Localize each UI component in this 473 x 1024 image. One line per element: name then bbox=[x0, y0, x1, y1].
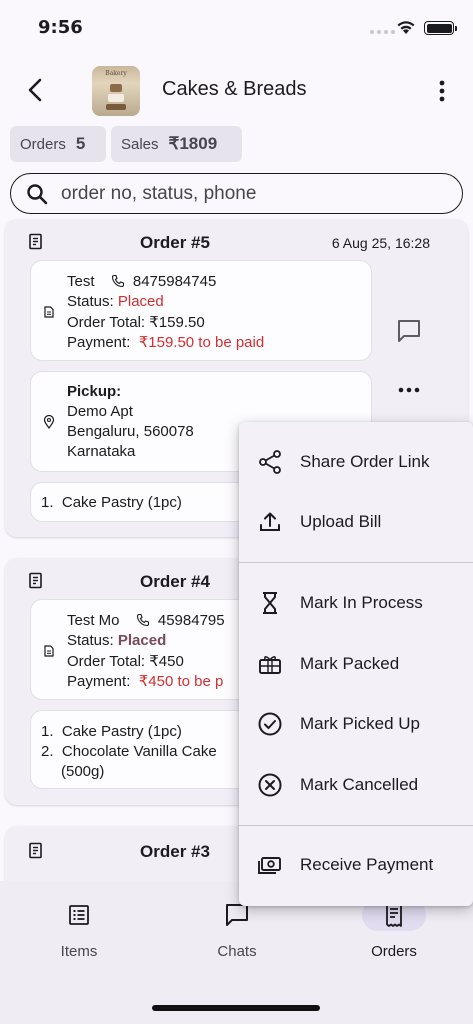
nav-tab-chats[interactable]: Chats bbox=[182, 899, 292, 960]
menu-label: Mark Cancelled bbox=[300, 775, 419, 794]
list-item: (500g) bbox=[61, 763, 105, 780]
order-title: Order #5 bbox=[140, 233, 210, 252]
search-icon bbox=[27, 183, 48, 204]
document-icon bbox=[44, 306, 54, 318]
menu-label: Mark Packed bbox=[300, 654, 400, 673]
status-time: 9:56 bbox=[38, 17, 83, 38]
upload-icon bbox=[260, 512, 280, 531]
status-label: Status: bbox=[67, 293, 114, 310]
menu-item-share-order-link[interactable]: Share Order Link bbox=[239, 434, 473, 490]
order-actions-menu: Share Order Link Upload Bill Mark In Pro… bbox=[239, 422, 473, 906]
sales-total-chip: Sales ₹1809 bbox=[111, 126, 242, 162]
wifi-icon bbox=[397, 21, 415, 34]
nav-label-items: Items bbox=[60, 943, 98, 960]
package-icon bbox=[259, 656, 281, 674]
chat-bubble-icon[interactable] bbox=[395, 317, 423, 345]
location-pin-icon bbox=[43, 415, 55, 429]
phone-icon bbox=[111, 274, 124, 288]
menu-item-upload-bill[interactable]: Upload Bill bbox=[239, 494, 473, 550]
menu-item-mark-cancelled[interactable]: Mark Cancelled bbox=[239, 757, 473, 813]
menu-item-receive-payment[interactable]: Receive Payment bbox=[239, 837, 473, 893]
address-line: Demo Apt bbox=[67, 403, 133, 420]
share-icon bbox=[259, 450, 281, 474]
search-input[interactable] bbox=[61, 182, 441, 205]
payment-value: ₹159.50 to be paid bbox=[138, 334, 265, 351]
menu-label: Mark In Process bbox=[300, 593, 423, 612]
payments-icon bbox=[258, 857, 281, 874]
list-item: 1. Cake Pastry (1pc) bbox=[41, 494, 182, 511]
orders-count-chip: Orders 5 bbox=[10, 126, 106, 162]
app-bar: Bakery Cakes & Breads bbox=[0, 60, 473, 122]
list-item: 1. Cake Pastry (1pc) bbox=[41, 723, 182, 740]
menu-label: Mark Picked Up bbox=[300, 714, 420, 733]
pickup-label: Pickup: bbox=[67, 383, 122, 400]
menu-item-mark-picked-up[interactable]: Mark Picked Up bbox=[239, 696, 473, 752]
order-total-value: ₹159.50 bbox=[149, 314, 205, 331]
menu-label: Share Order Link bbox=[300, 452, 430, 471]
status-label: Status: bbox=[67, 632, 114, 649]
list-alt-icon bbox=[69, 905, 89, 925]
address-line: Karnataka bbox=[67, 443, 136, 460]
nav-tab-items[interactable]: Items bbox=[24, 899, 134, 960]
orders-count-label: Orders bbox=[20, 135, 66, 153]
customer-phone[interactable]: 8475984745 bbox=[133, 273, 216, 290]
nav-label-chats: Chats bbox=[217, 943, 257, 960]
search-bar[interactable] bbox=[10, 173, 463, 214]
menu-divider bbox=[239, 825, 473, 826]
back-arrow-icon[interactable] bbox=[22, 76, 50, 104]
menu-item-mark-packed[interactable]: Mark Packed bbox=[239, 636, 473, 692]
more-vert-icon[interactable] bbox=[430, 78, 454, 104]
order-date: 6 Aug 25, 16:28 bbox=[331, 235, 430, 251]
status-value: Placed bbox=[117, 632, 167, 649]
hourglass-icon bbox=[263, 592, 277, 614]
sales-label: Sales bbox=[121, 135, 159, 153]
cancel-circle-icon bbox=[258, 773, 282, 797]
battery-icon bbox=[424, 21, 457, 35]
customer-name: Test bbox=[67, 273, 95, 290]
payment-value: ₹450 to be p bbox=[138, 673, 224, 690]
check-circle-icon bbox=[258, 712, 282, 736]
nav-tab-orders[interactable]: Orders bbox=[339, 899, 449, 960]
address-line: Bengaluru, 560078 bbox=[67, 423, 194, 440]
menu-label: Upload Bill bbox=[300, 512, 382, 531]
customer-name: Test Mo bbox=[67, 612, 120, 629]
list-item: 2. Chocolate Vanilla Cake bbox=[41, 743, 217, 760]
order-total-label: Order Total: bbox=[67, 653, 146, 670]
more-horiz-icon[interactable] bbox=[397, 385, 421, 395]
status-value: Placed bbox=[117, 293, 164, 310]
store-avatar: Bakery bbox=[92, 66, 140, 116]
order-total-label: Order Total: bbox=[67, 314, 146, 331]
sales-value: ₹1809 bbox=[168, 134, 218, 153]
store-title: Cakes & Breads bbox=[162, 78, 307, 100]
customer-phone[interactable]: 45984795 bbox=[158, 612, 225, 629]
home-indicator bbox=[152, 1005, 320, 1011]
nav-label-orders: Orders bbox=[371, 943, 417, 960]
menu-label: Receive Payment bbox=[300, 855, 434, 874]
menu-divider bbox=[239, 562, 473, 563]
menu-item-mark-in-process[interactable]: Mark In Process bbox=[239, 575, 473, 631]
phone-icon bbox=[136, 613, 149, 627]
orders-count-value: 5 bbox=[75, 134, 86, 153]
document-icon bbox=[44, 645, 54, 657]
order-details-box: Test 8475984745 Status: Placed Order Tot… bbox=[30, 260, 372, 361]
status-bar: 9:56 bbox=[0, 0, 473, 50]
payment-label: Payment: bbox=[67, 673, 131, 690]
signal-dots-icon bbox=[370, 30, 395, 34]
payment-label: Payment: bbox=[67, 334, 131, 351]
order-total-value: ₹450 bbox=[149, 653, 184, 670]
